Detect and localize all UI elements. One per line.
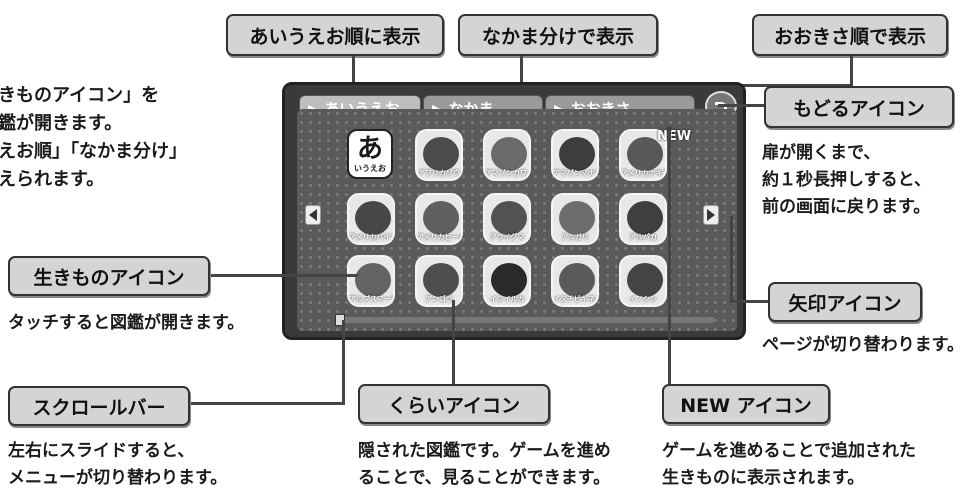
animal-name: アマゾンカワイルカ [485,169,529,177]
connector-dark [452,300,455,384]
animal-photo [355,263,391,297]
animal-icon-tile[interactable]: アメリカバイソン (バッファロー) [347,193,395,245]
group-view-label: なかま分けで表示 [458,14,658,56]
back-desc-1: 扉が開くまで、 [762,143,881,163]
animal-icon-tile[interactable]: イシイルカ [483,255,531,307]
connector-arrow-v [730,216,733,302]
intro-line-1: きものアイコン」を [0,85,160,106]
page-left-button[interactable] [305,205,321,225]
aiueo-tile-sub: いうえお [354,163,386,173]
arrow-icon-label: 矢印アイコン [768,282,922,322]
intro-line-3: えお順」「なかま分け」 [0,141,187,162]
connector-back [718,104,766,107]
animal-photo [559,263,595,297]
animal-photo [559,137,595,171]
connector-new [668,130,671,384]
new-icon-label: NEW アイコン [662,384,830,424]
left-arrow-icon [309,209,317,221]
animal-photo [491,201,527,235]
animal-name: アメリカバイソン (バッファロー) [349,233,393,241]
animal-name: アメリカナキウサギ [621,169,665,177]
dark-desc-1: 隠された図鑑です。ゲームを進め [358,441,611,461]
scroll-desc: 左右にスライドすると、 メニューが切り替わります。 [8,438,227,492]
animal-name: アルガリ [561,233,589,241]
animal-icon-tile[interactable]: アライグマ [483,193,531,245]
new-badge: NEW [657,129,692,144]
animal-photo [491,137,527,171]
animal-name: アメリカビーバー [417,233,461,241]
intro-text: きものアイコン」を 鑑が開きます。 えお順」「なかま分け」 えられます。 [0,82,187,194]
creature-icon-label: 生きものアイコン [8,256,210,296]
scroll-track[interactable] [335,314,715,326]
animal-icon-tile[interactable]: アマゾンマナティー [551,129,599,181]
scroll-desc-2: メニューが切り替わります。 [8,468,228,488]
aiueo-tile[interactable]: あ いうえお [347,129,393,179]
dark-icon-label: くらいアイコン [358,384,550,424]
animal-icon-tile[interactable]: イタチビキネズミ [551,255,599,307]
connector-scroll-v [342,320,345,404]
animal-photo [559,201,595,235]
arrow-desc-1: ページが切り替わります。 [762,335,964,355]
animal-name: イノシシ [629,295,657,303]
animal-icon-tile[interactable]: アルガリ [551,193,599,245]
animal-icon-tile[interactable]: アンゴラ [415,255,463,307]
animal-name: アフリカゾウ [418,169,460,177]
connector-size-v [850,56,853,86]
scroll-bar-label: スクロールバー [8,386,190,426]
new-desc: ゲームを進めることで追加された 生きものに表示されます。 [662,438,916,492]
animal-photo [491,263,527,297]
animal-icon-tile[interactable]: アメリカビーバー [415,193,463,245]
size-order-label: おおきさ順で表示 [752,14,948,56]
back-icon-label: もどるアイコン [764,86,954,128]
animal-name: アライグマ [489,233,525,241]
right-arrow-icon [707,209,715,221]
dark-desc-2: ることで、見ることができます。 [358,468,611,488]
animal-name: アマゾンマナティー [553,169,597,177]
animal-photo [355,201,391,235]
creature-desc: タッチすると図鑑が開きます。 [8,310,244,337]
animal-name: イタチビキネズミ [553,295,597,303]
scroll-desc-1: 左右にスライドすると、 [8,441,195,461]
back-desc-3: 前の画面に戻ります。 [762,197,931,217]
new-desc-1: ゲームを進めることで追加された [662,441,916,461]
animal-icon-tile[interactable]: アルプスマーモット (マーモット) [347,255,395,307]
page-right-button[interactable] [703,205,719,225]
intro-line-4: えられます。 [0,169,105,190]
creature-desc-1: タッチすると図鑑が開きます。 [8,313,245,333]
connector-new-dot [666,126,672,132]
animal-icon-tile[interactable]: イノシシ [619,255,667,307]
connector-scroll-h [190,402,345,405]
animal-photo [423,263,459,297]
animal-icon-tile[interactable]: アルパカ [619,193,667,245]
connector-arrow-h [730,300,770,303]
device-screen: ▶ あいうえお ▶ なかま ▶ おおきさ あ いうえお アフリカゾウアマゾンカワ… [282,82,746,340]
animal-name: イシイルカ [489,295,525,303]
animal-photo [627,263,663,297]
animal-photo [423,137,459,171]
dark-desc: 隠された図鑑です。ゲームを進め ることで、見ることができます。 [358,438,611,492]
arrow-desc: ページが切り替わります。 [762,332,964,359]
connector-creature [208,274,358,277]
aiueo-tile-char: あ [356,133,383,164]
new-desc-2: 生きものに表示されます。 [662,468,865,488]
animal-icon-tile[interactable]: アフリカゾウ [415,129,463,181]
aiueo-order-label: あいうえお順に表示 [226,14,444,56]
animal-icon-tile[interactable]: アマゾンカワイルカ [483,129,531,181]
intro-line-2: 鑑が開きます。 [0,113,123,134]
back-desc-2: 約１秒長押しすると、 [762,170,931,190]
back-desc: 扉が開くまで、 約１秒長押しすると、 前の画面に戻ります。 [762,140,931,221]
animal-photo [627,201,663,235]
animal-name: アルプスマーモット (マーモット) [349,295,393,303]
animal-photo [423,201,459,235]
animal-name: アルパカ [629,233,657,241]
